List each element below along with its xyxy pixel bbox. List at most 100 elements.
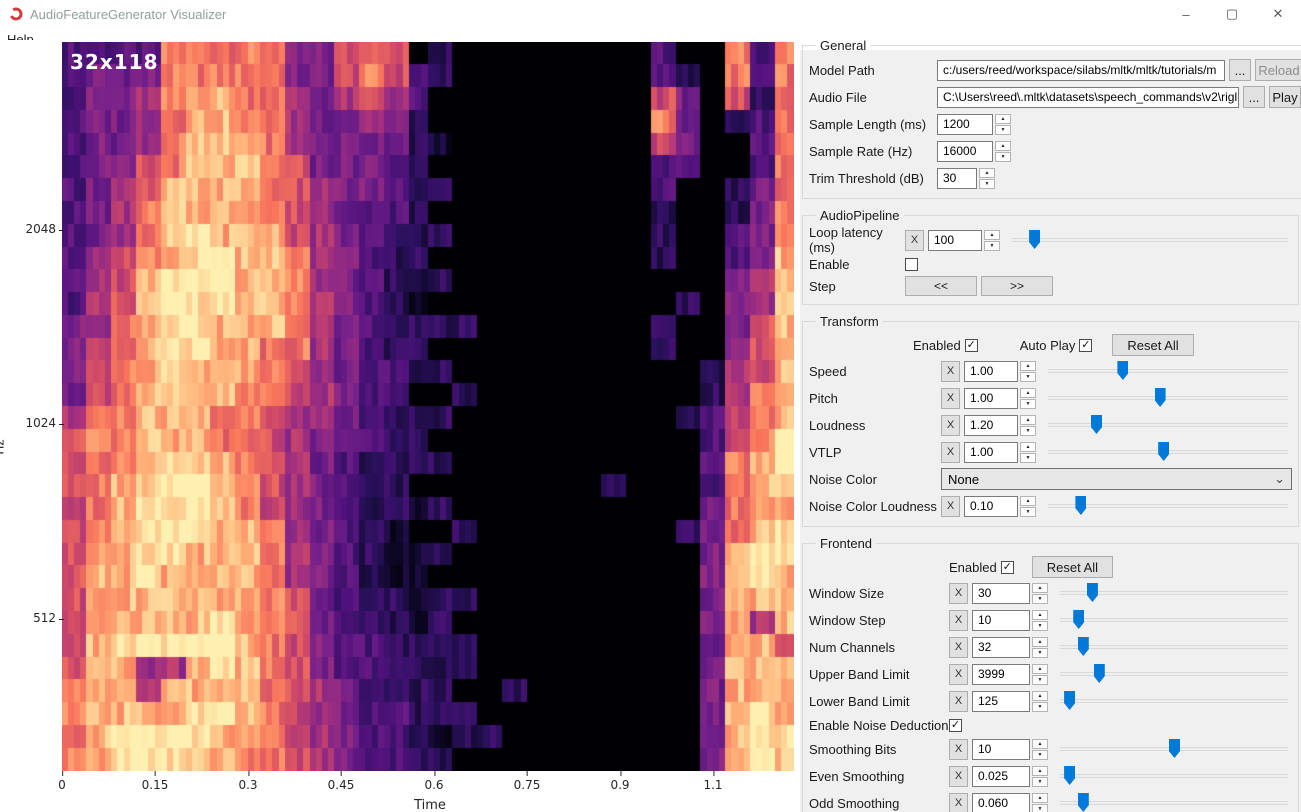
spinner-down-icon: ▼ — [995, 152, 1011, 162]
odd-smoothing-slider[interactable] — [1060, 792, 1288, 812]
smoothing-bits-spinner[interactable]: ▲▼ — [1032, 739, 1048, 760]
sample-rate-input[interactable]: 16000 — [937, 141, 993, 162]
noise-color-loudness-spinner[interactable]: ▲▼ — [1020, 496, 1036, 517]
lower-band-limit-clear-button[interactable]: X — [949, 691, 968, 712]
sample-length-input[interactable]: 1200 — [937, 114, 993, 135]
loudness-slider[interactable] — [1048, 414, 1288, 436]
odd-smoothing-clear-button[interactable]: X — [949, 793, 968, 812]
autoplay-checkbox[interactable]: ✓ — [1079, 339, 1092, 352]
speed-input[interactable]: 1.00 — [964, 361, 1018, 382]
num-channels-input[interactable]: 32 — [972, 637, 1030, 658]
reload-button[interactable]: Reload — [1255, 59, 1301, 81]
audio-file-browse-button[interactable]: ... — [1243, 86, 1265, 108]
noise-color-loudness-input[interactable]: 0.10 — [964, 496, 1018, 517]
lower-band-limit-slider[interactable] — [1060, 690, 1288, 712]
loop-latency-input[interactable]: 100 — [928, 230, 982, 251]
pitch-input[interactable]: 1.00 — [964, 388, 1018, 409]
spinner-up-icon: ▲ — [1020, 361, 1036, 371]
slider-handle — [1064, 766, 1075, 785]
minimize-button[interactable]: – — [1163, 0, 1209, 28]
upper-band-limit-clear-button[interactable]: X — [949, 664, 968, 685]
smoothing-bits-clear-button[interactable]: X — [949, 739, 968, 760]
pipeline-enable-checkbox[interactable] — [905, 258, 918, 271]
speed-clear-button[interactable]: X — [941, 361, 960, 382]
loop-latency-spinner[interactable]: ▲▼ — [984, 230, 1000, 251]
window-title: AudioFeatureGenerator Visualizer — [30, 7, 226, 22]
noise-color-loudness-slider[interactable] — [1048, 495, 1288, 517]
vtlp-slider[interactable] — [1048, 441, 1288, 463]
spinner-down-icon: ▼ — [1032, 594, 1048, 604]
lower-band-limit-spinner[interactable]: ▲▼ — [1032, 691, 1048, 712]
lower-band-limit-input[interactable]: 125 — [972, 691, 1030, 712]
smoothing-bits-input[interactable]: 10 — [972, 739, 1030, 760]
upper-band-limit-spinner[interactable]: ▲▼ — [1032, 664, 1048, 685]
loop-latency-slider[interactable] — [1012, 229, 1288, 251]
odd-smoothing-spinner[interactable]: ▲▼ — [1032, 793, 1048, 812]
smoothing-bits-slider[interactable] — [1060, 738, 1288, 760]
model-path-input[interactable]: c:/users/reed/workspace/silabs/mltk/mltk… — [937, 60, 1225, 81]
frontend-enabled-checkbox[interactable]: ✓ — [1001, 561, 1014, 574]
y-tick: 1024 — [16, 416, 56, 430]
vtlp-input[interactable]: 1.00 — [964, 442, 1018, 463]
sample-length-spinner[interactable]: ▲▼ — [995, 114, 1011, 135]
speed-spinner[interactable]: ▲▼ — [1020, 361, 1036, 382]
even-smoothing-clear-button[interactable]: X — [949, 766, 968, 787]
loudness-spinner[interactable]: ▲▼ — [1020, 415, 1036, 436]
slider-handle — [1087, 583, 1098, 602]
num-channels-label: Num Channels — [809, 640, 949, 655]
close-button[interactable]: ✕ — [1255, 0, 1301, 28]
audio-file-input[interactable]: C:\Users\reed\.mltk\datasets\speech_comm… — [937, 87, 1239, 108]
window-step-spinner[interactable]: ▲▼ — [1032, 610, 1048, 631]
even-smoothing-input[interactable]: 0.025 — [972, 766, 1030, 787]
vtlp-spinner[interactable]: ▲▼ — [1020, 442, 1036, 463]
x-tick: 0 — [58, 778, 66, 792]
window-size-slider[interactable] — [1060, 582, 1288, 604]
num-channels-slider[interactable] — [1060, 636, 1288, 658]
upper-band-limit-input[interactable]: 3999 — [972, 664, 1030, 685]
y-axis-label: Hz — [0, 439, 7, 454]
loudness-label: Loudness — [809, 418, 941, 433]
loudness-input[interactable]: 1.20 — [964, 415, 1018, 436]
window-size-input[interactable]: 30 — [972, 583, 1030, 604]
window-size-clear-button[interactable]: X — [949, 583, 968, 604]
pitch-slider[interactable] — [1048, 387, 1288, 409]
spinner-up-icon: ▲ — [1032, 691, 1048, 701]
frontend-reset-all-button[interactable]: Reset All — [1032, 556, 1113, 578]
pitch-spinner[interactable]: ▲▼ — [1020, 388, 1036, 409]
enable-noise-deduction-checkbox[interactable]: ✓ — [949, 719, 962, 732]
window-step-input[interactable]: 10 — [972, 610, 1030, 631]
vtlp-clear-button[interactable]: X — [941, 442, 960, 463]
window-size-spinner[interactable]: ▲▼ — [1032, 583, 1048, 604]
loop-latency-clear-button[interactable]: X — [905, 230, 924, 251]
slider-handle — [1169, 739, 1180, 758]
num-channels-clear-button[interactable]: X — [949, 637, 968, 658]
play-button[interactable]: Play — [1269, 86, 1301, 108]
spinner-up-icon: ▲ — [1032, 793, 1048, 803]
transform-reset-all-button[interactable]: Reset All — [1112, 334, 1193, 356]
even-smoothing-spinner[interactable]: ▲▼ — [1032, 766, 1048, 787]
trim-threshold-spinner[interactable]: ▲▼ — [979, 168, 995, 189]
odd-smoothing-input[interactable]: 0.060 — [972, 793, 1030, 812]
loudness-clear-button[interactable]: X — [941, 415, 960, 436]
transform-enabled-checkbox[interactable]: ✓ — [965, 339, 978, 352]
model-path-browse-button[interactable]: ... — [1229, 59, 1251, 81]
group-transform: Transform Enabled ✓ Auto Play ✓ Reset Al… — [802, 314, 1299, 527]
window-step-clear-button[interactable]: X — [949, 610, 968, 631]
step-back-button[interactable]: << — [905, 276, 977, 296]
even-smoothing-slider[interactable] — [1060, 765, 1288, 787]
spinner-up-icon: ▲ — [984, 230, 1000, 240]
pitch-clear-button[interactable]: X — [941, 388, 960, 409]
trim-threshold-input[interactable]: 30 — [937, 168, 977, 189]
noise-color-dropdown[interactable]: None ⌄ — [941, 468, 1292, 490]
spinner-down-icon: ▼ — [984, 241, 1000, 251]
step-forward-button[interactable]: >> — [981, 276, 1053, 296]
window-step-slider[interactable] — [1060, 609, 1288, 631]
speed-slider[interactable] — [1048, 360, 1288, 382]
slider-handle — [1094, 664, 1105, 683]
sample-rate-spinner[interactable]: ▲▼ — [995, 141, 1011, 162]
upper-band-limit-slider[interactable] — [1060, 663, 1288, 685]
x-tick: 0.75 — [514, 778, 541, 792]
num-channels-spinner[interactable]: ▲▼ — [1032, 637, 1048, 658]
noise-color-loudness-clear-button[interactable]: X — [941, 496, 960, 517]
maximize-button[interactable]: ▢ — [1209, 0, 1255, 28]
